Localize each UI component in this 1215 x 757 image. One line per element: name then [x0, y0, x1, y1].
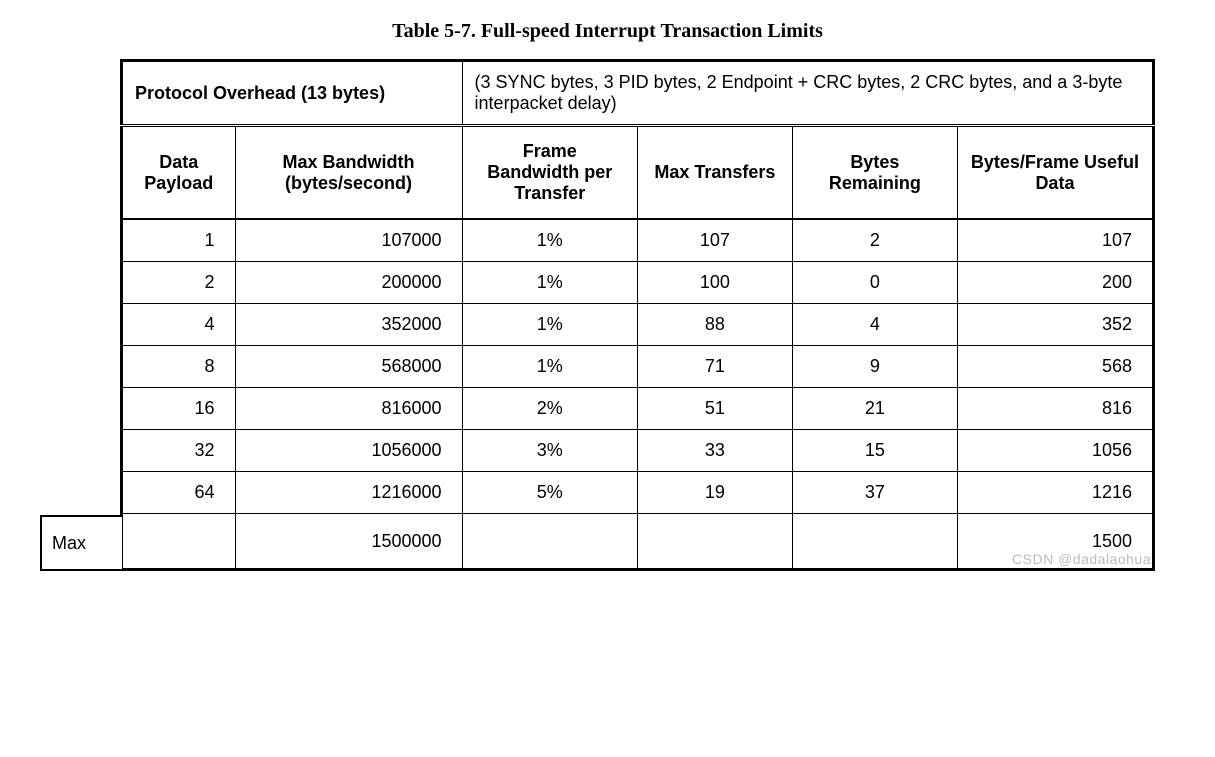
cell-payload: [122, 514, 236, 570]
cell-payload: 2: [122, 262, 236, 304]
overhead-desc: (3 SYNC bytes, 3 PID bytes, 2 Endpoint +…: [462, 61, 1153, 126]
cell-frame: 1%: [462, 219, 637, 262]
cell-bw: 568000: [235, 346, 462, 388]
cell-bw: 200000: [235, 262, 462, 304]
cell-bw: 352000: [235, 304, 462, 346]
cell-xfer: 107: [637, 219, 792, 262]
cell-xfer: [637, 514, 792, 570]
cell-xfer: 100: [637, 262, 792, 304]
table-title: Table 5-7. Full-speed Interrupt Transact…: [40, 20, 1175, 43]
cell-remain: 15: [792, 430, 957, 472]
cell-bw: 816000: [235, 388, 462, 430]
cell-useful: 1500: [957, 514, 1153, 570]
table-row: 8 568000 1% 71 9 568: [122, 346, 1154, 388]
cell-xfer: 51: [637, 388, 792, 430]
cell-payload: 32: [122, 430, 236, 472]
cell-payload: 4: [122, 304, 236, 346]
cell-frame: 5%: [462, 472, 637, 514]
cell-frame: 1%: [462, 262, 637, 304]
cell-remain: 37: [792, 472, 957, 514]
col-data-payload: Data Payload: [122, 126, 236, 220]
col-frame-bandwidth: Frame Bandwidth per Transfer: [462, 126, 637, 220]
cell-xfer: 71: [637, 346, 792, 388]
max-row-label: Max: [40, 515, 122, 571]
col-bytes-frame-useful: Bytes/Frame Useful Data: [957, 126, 1153, 220]
table-row: 4 352000 1% 88 4 352: [122, 304, 1154, 346]
table-row-max: 1500000 1500: [122, 514, 1154, 570]
cell-frame: 2%: [462, 388, 637, 430]
cell-payload: 16: [122, 388, 236, 430]
table-row: 32 1056000 3% 33 15 1056: [122, 430, 1154, 472]
cell-xfer: 88: [637, 304, 792, 346]
overhead-row: Protocol Overhead (13 bytes) (3 SYNC byt…: [122, 61, 1154, 126]
cell-remain: 2: [792, 219, 957, 262]
table-row: 2 200000 1% 100 0 200: [122, 262, 1154, 304]
cell-remain: 0: [792, 262, 957, 304]
cell-useful: 568: [957, 346, 1153, 388]
cell-frame: [462, 514, 637, 570]
cell-remain: 21: [792, 388, 957, 430]
cell-useful: 1056: [957, 430, 1153, 472]
cell-xfer: 33: [637, 430, 792, 472]
cell-bw: 1216000: [235, 472, 462, 514]
cell-payload: 64: [122, 472, 236, 514]
cell-xfer: 19: [637, 472, 792, 514]
table-row: 64 1216000 5% 19 37 1216: [122, 472, 1154, 514]
cell-bw: 107000: [235, 219, 462, 262]
table-row: 16 816000 2% 51 21 816: [122, 388, 1154, 430]
cell-useful: 352: [957, 304, 1153, 346]
cell-payload: 8: [122, 346, 236, 388]
cell-frame: 1%: [462, 346, 637, 388]
col-bytes-remaining: Bytes Remaining: [792, 126, 957, 220]
cell-frame: 1%: [462, 304, 637, 346]
col-max-bandwidth: Max Bandwidth (bytes/second): [235, 126, 462, 220]
table-wrap: Max Protocol Overhead (13 bytes) (3 SYNC…: [120, 59, 1155, 571]
cell-useful: 107: [957, 219, 1153, 262]
cell-payload: 1: [122, 219, 236, 262]
col-max-transfers: Max Transfers: [637, 126, 792, 220]
cell-remain: 4: [792, 304, 957, 346]
column-headers: Data Payload Max Bandwidth (bytes/second…: [122, 126, 1154, 220]
cell-useful: 816: [957, 388, 1153, 430]
cell-remain: 9: [792, 346, 957, 388]
table-row: 1 107000 1% 107 2 107: [122, 219, 1154, 262]
cell-bw: 1056000: [235, 430, 462, 472]
cell-useful: 200: [957, 262, 1153, 304]
cell-useful: 1216: [957, 472, 1153, 514]
overhead-label: Protocol Overhead (13 bytes): [122, 61, 463, 126]
cell-bw: 1500000: [235, 514, 462, 570]
cell-remain: [792, 514, 957, 570]
limits-table: Protocol Overhead (13 bytes) (3 SYNC byt…: [120, 59, 1155, 571]
cell-frame: 3%: [462, 430, 637, 472]
